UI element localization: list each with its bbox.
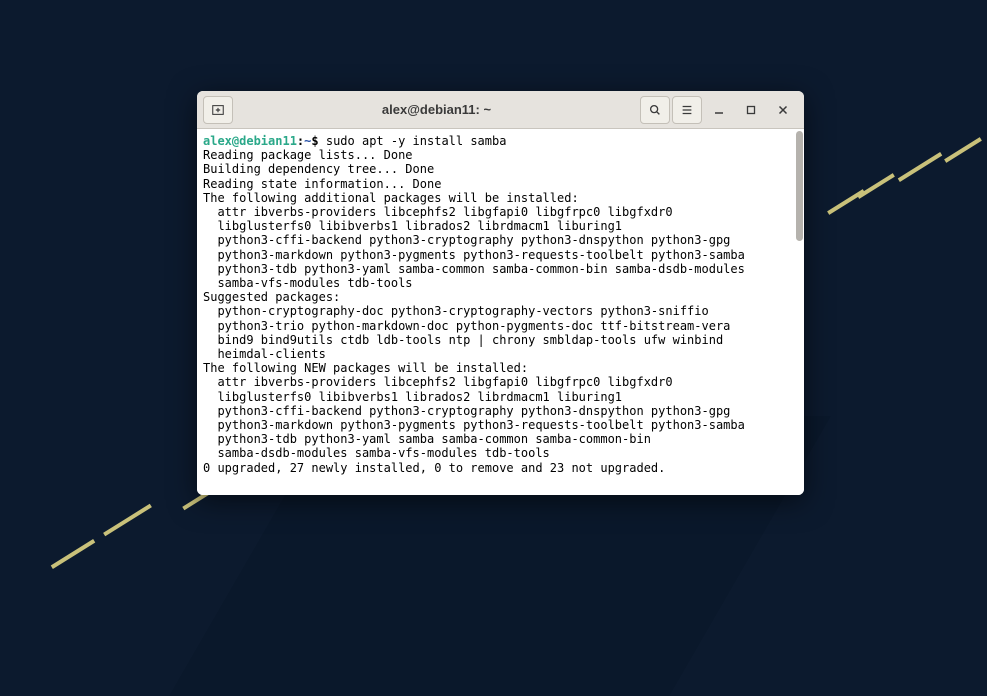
output-line: python3-cffi-backend python3-cryptograph… [203, 233, 730, 247]
output-line: python3-markdown python3-pygments python… [203, 418, 745, 432]
output-line: Building dependency tree... Done [203, 162, 434, 176]
output-line: python3-cffi-backend python3-cryptograph… [203, 404, 730, 418]
background-stripe [51, 539, 96, 569]
output-line: bind9 bind9utils ctdb ldb-tools ntp | ch… [203, 333, 723, 347]
hamburger-icon [680, 103, 694, 117]
maximize-icon [746, 105, 756, 115]
background-stripe [898, 152, 943, 182]
close-icon [778, 105, 788, 115]
new-tab-icon [211, 103, 225, 117]
output-line: Suggested packages: [203, 290, 340, 304]
terminal-body[interactable]: alex@debian11:~$ sudo apt -y install sam… [197, 129, 804, 495]
titlebar: alex@debian11: ~ [197, 91, 804, 129]
minimize-button[interactable] [704, 96, 734, 124]
search-icon [648, 103, 662, 117]
output-line: python3-markdown python3-pygments python… [203, 248, 745, 262]
maximize-button[interactable] [736, 96, 766, 124]
terminal-window: alex@debian11: ~ [197, 91, 804, 495]
prompt-userhost: alex@debian11 [203, 134, 297, 148]
terminal-content: alex@debian11:~$ sudo apt -y install sam… [197, 129, 804, 481]
output-line: python3-tdb python3-yaml samba-common sa… [203, 262, 745, 276]
scrollbar-thumb[interactable] [796, 131, 803, 241]
output-line: attr ibverbs-providers libcephfs2 libgfa… [203, 375, 673, 389]
new-tab-button[interactable] [203, 96, 233, 124]
output-line: samba-dsdb-modules samba-vfs-modules tdb… [203, 446, 550, 460]
output-line: python-cryptography-doc python3-cryptogr… [203, 304, 709, 318]
output-line: Reading state information... Done [203, 177, 441, 191]
output-line: The following additional packages will b… [203, 191, 579, 205]
output-line: samba-vfs-modules tdb-tools [203, 276, 413, 290]
output-line: Reading package lists... Done [203, 148, 413, 162]
window-title: alex@debian11: ~ [237, 102, 636, 117]
output-line: heimdal-clients [203, 347, 326, 361]
minimize-icon [714, 105, 724, 115]
background-stripe [103, 504, 152, 537]
background-stripe [944, 137, 982, 163]
output-line: libglusterfs0 libibverbs1 librados2 libr… [203, 219, 622, 233]
output-line: python3-trio python-markdown-doc python-… [203, 319, 730, 333]
prompt-dollar: $ [311, 134, 325, 148]
background-stripe [857, 173, 895, 199]
output-line: python3-tdb python3-yaml samba samba-com… [203, 432, 651, 446]
search-button[interactable] [640, 96, 670, 124]
output-line: libglusterfs0 libibverbs1 librados2 libr… [203, 390, 622, 404]
output-line: The following NEW packages will be insta… [203, 361, 528, 375]
output-line: 0 upgraded, 27 newly installed, 0 to rem… [203, 461, 665, 475]
close-button[interactable] [768, 96, 798, 124]
menu-button[interactable] [672, 96, 702, 124]
output-line: attr ibverbs-providers libcephfs2 libgfa… [203, 205, 673, 219]
command-text: sudo apt -y install samba [326, 134, 507, 148]
